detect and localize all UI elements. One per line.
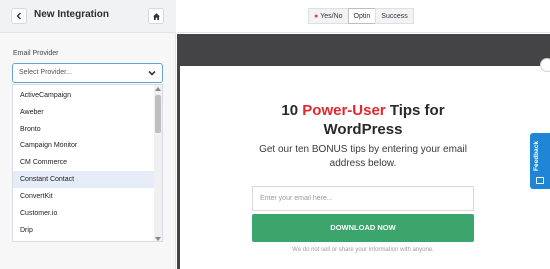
email-input[interactable] xyxy=(253,187,473,210)
provider-option[interactable]: Campaign Monitor xyxy=(13,137,155,154)
chevron-down-icon xyxy=(148,70,156,76)
provider-option[interactable]: Drip xyxy=(13,222,155,239)
provider-select-placeholder: Select Provider... xyxy=(19,69,72,76)
popup-subtext: Get our ten BONUS tips by entering your … xyxy=(259,144,467,169)
scroll-up-arrow-icon[interactable] xyxy=(155,87,161,91)
email-field[interactable] xyxy=(252,186,474,211)
provider-option-highlighted[interactable]: Constant Contact xyxy=(13,171,155,188)
feedback-icon xyxy=(536,177,544,184)
provider-option[interactable]: ActiveCampaign xyxy=(13,87,155,104)
sidebar-title: New Integration xyxy=(34,9,110,20)
chevron-left-icon xyxy=(16,12,21,20)
yes-no-dot-icon: ● xyxy=(314,13,319,20)
feedback-label: Feedback xyxy=(533,141,540,171)
preview-toolbar: ● Yes/No Optin Success xyxy=(177,0,550,33)
popup-headline: 10 Power-User Tips for WordPress xyxy=(258,101,468,139)
app-root: New Integration Email Provider Select Pr… xyxy=(0,0,550,269)
privacy-disclaimer: We do not sell or share your information… xyxy=(292,247,434,253)
provider-option[interactable]: ConvertKit xyxy=(13,188,155,205)
popup-corner-handle[interactable] xyxy=(540,58,550,72)
headline-highlight: Power-User xyxy=(302,102,386,119)
dropdown-scrollbar[interactable] xyxy=(154,85,162,241)
download-now-button[interactable]: DOWNLOAD NOW xyxy=(252,214,474,242)
provider-option[interactable]: Customer.io xyxy=(13,205,155,222)
home-icon xyxy=(152,12,160,20)
headline-pre: 10 xyxy=(281,102,303,119)
sidebar: New Integration Email Provider Select Pr… xyxy=(0,0,176,269)
home-button[interactable] xyxy=(148,8,164,24)
back-button[interactable] xyxy=(11,8,27,24)
view-tabs: ● Yes/No Optin Success xyxy=(308,8,414,24)
feedback-tab[interactable]: Feedback xyxy=(530,133,550,189)
tab-yes-no[interactable]: ● Yes/No xyxy=(308,8,349,24)
provider-option[interactable]: Bronto xyxy=(13,121,155,138)
tab-optin[interactable]: Optin xyxy=(347,8,377,24)
sidebar-header: New Integration xyxy=(0,0,176,33)
email-provider-label: Email Provider xyxy=(13,50,59,57)
provider-dropdown-list: ActiveCampaign Aweber Bronto Campaign Mo… xyxy=(12,84,163,242)
tab-yes-no-label: Yes/No xyxy=(320,13,343,20)
tab-success[interactable]: Success xyxy=(375,8,414,24)
provider-option[interactable]: Aweber xyxy=(13,104,155,121)
provider-select[interactable]: Select Provider... xyxy=(12,63,163,83)
scroll-down-arrow-icon[interactable] xyxy=(155,237,161,241)
scroll-thumb[interactable] xyxy=(155,95,161,133)
provider-option[interactable]: CM Commerce xyxy=(13,154,155,171)
